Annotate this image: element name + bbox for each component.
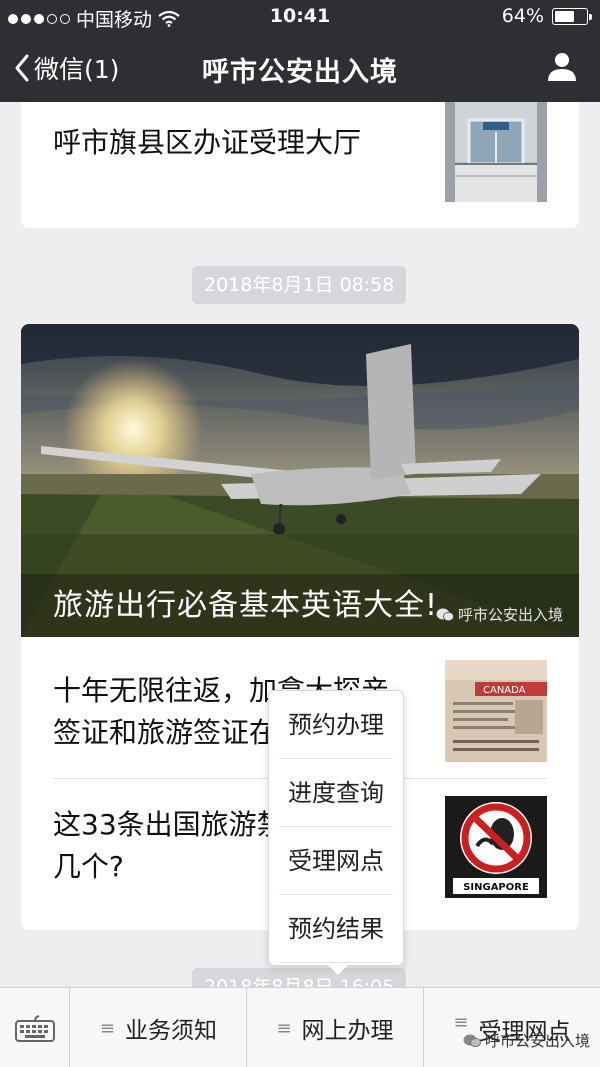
svg-text:CANADA: CANADA <box>483 685 526 696</box>
battery-percent: 64% <box>501 5 544 27</box>
battery-group: 64% <box>501 5 592 27</box>
wechat-icon <box>463 1034 481 1047</box>
timestamp: 2018年8月1日 08:58 <box>192 266 407 304</box>
singapore-sign-thumbnail: SINGAPORE <box>445 796 547 898</box>
keyboard-toggle-button[interactable] <box>0 988 70 1067</box>
battery-icon <box>552 7 592 25</box>
wechat-icon <box>436 608 454 621</box>
svg-text:SINGAPORE: SINGAPORE <box>463 882 529 893</box>
canada-visa-thumbnail: CANADA <box>445 660 547 762</box>
watermark-text: 呼市公安出入境 <box>484 1032 590 1050</box>
tab-business-info[interactable]: ≡ 业务须知 <box>71 988 247 1067</box>
nav-bar: 微信(1) 呼市公安出入境 <box>0 34 600 102</box>
page-title: 呼市公安出入境 <box>202 57 398 88</box>
menu-lines-icon: ≡ <box>276 1017 292 1039</box>
tab-online-service[interactable]: ≡ 网上办理 <box>247 988 424 1067</box>
bottom-watermark: 呼市公安出入境 <box>463 1030 590 1051</box>
article-title[interactable]: 呼市旗县区办证受理大厅 <box>53 122 413 164</box>
bottom-menu-bar: ≡ 业务须知 ≡ 网上办理 ≡ 受理网点 呼市公安出入境 <box>0 987 600 1067</box>
cover-article[interactable]: 旅游出行必备基本英语大全! 呼市公安出入境 <box>21 324 579 637</box>
tab-label: 网上办理 <box>301 1018 394 1044</box>
menu-lines-icon: ≡ <box>99 1017 116 1039</box>
menu-item-progress[interactable]: 进度查询 <box>279 759 393 827</box>
submenu-popup: 预约办理 进度查询 受理网点 预约结果 <box>268 690 404 975</box>
office-building-thumbnail <box>445 102 547 202</box>
popup-arrow <box>328 965 348 975</box>
keyboard-icon <box>14 1015 55 1042</box>
article-card[interactable]: 呼市旗县区办证受理大厅 <box>21 102 579 228</box>
status-bar: 中国移动 10:41 64% <box>0 0 600 34</box>
menu-item-locations[interactable]: 受理网点 <box>279 827 393 895</box>
menu-item-appointment[interactable]: 预约办理 <box>279 691 393 759</box>
user-icon <box>548 53 576 81</box>
cover-title: 旅游出行必备基本英语大全! <box>53 588 439 623</box>
cover-watermark: 呼市公安出入境 <box>436 604 563 625</box>
watermark-text: 呼市公安出入境 <box>457 606 563 624</box>
tab-service-locations[interactable]: ≡ 受理网点 <box>424 988 600 1067</box>
tab-label: 业务须知 <box>125 1018 218 1044</box>
menu-item-results[interactable]: 预约结果 <box>279 895 393 963</box>
profile-button[interactable] <box>546 50 578 86</box>
timestamp: 2018年8月8日 16:05 <box>192 968 407 987</box>
